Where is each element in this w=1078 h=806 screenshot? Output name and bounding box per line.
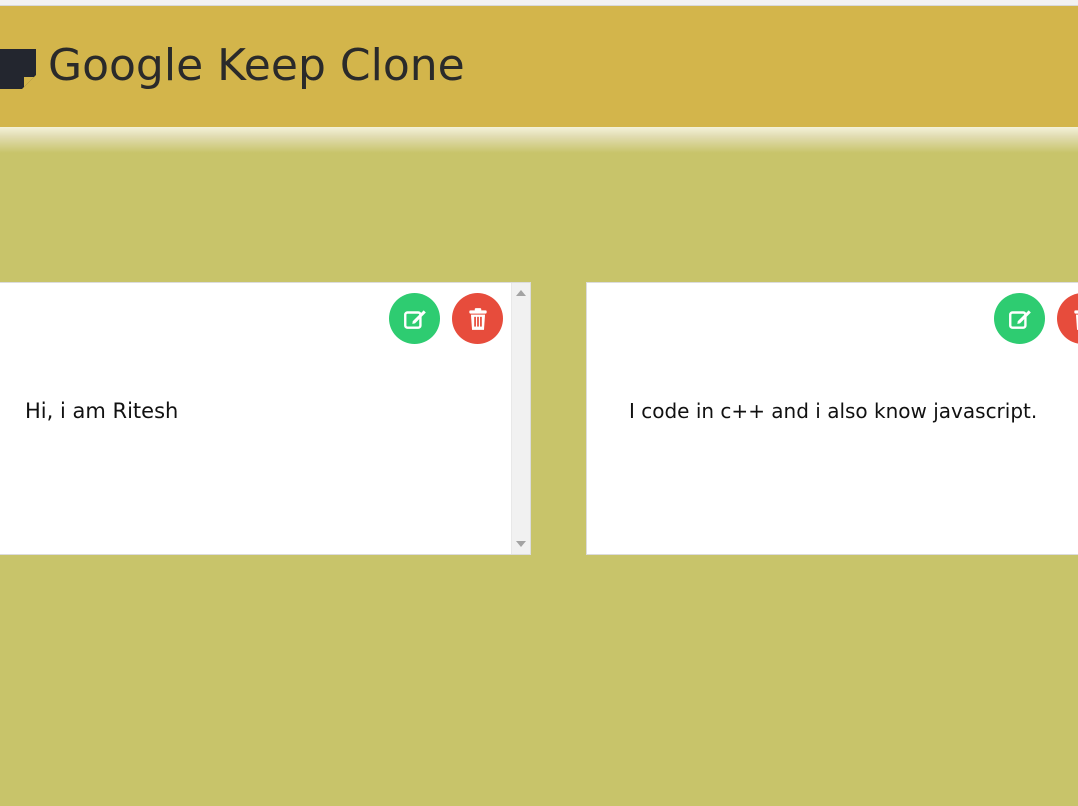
edit-note-button[interactable]: [994, 293, 1045, 344]
note-card: I code in c++ and i also know javascript…: [586, 282, 1078, 555]
scroll-down-arrow-icon[interactable]: [516, 541, 526, 547]
trash-icon: [1073, 309, 1078, 330]
delete-note-button[interactable]: [1057, 293, 1078, 344]
scroll-up-arrow-icon[interactable]: [516, 290, 526, 296]
note-text[interactable]: I code in c++ and i also know javascript…: [629, 399, 1037, 423]
note-card: Hi, i am Ritesh: [0, 282, 531, 555]
edit-note-button[interactable]: [389, 293, 440, 344]
sticky-note-icon: [0, 49, 36, 89]
header-shadow: [0, 127, 1078, 153]
app-header: Google Keep Clone: [0, 6, 1078, 127]
app-title: Google Keep Clone: [48, 40, 465, 91]
note-scrollbar[interactable]: [511, 283, 530, 554]
edit-icon: [1008, 309, 1031, 329]
note-text[interactable]: Hi, i am Ritesh: [25, 399, 178, 423]
delete-note-button[interactable]: [452, 293, 503, 344]
edit-icon: [403, 309, 426, 329]
trash-icon: [468, 307, 487, 330]
